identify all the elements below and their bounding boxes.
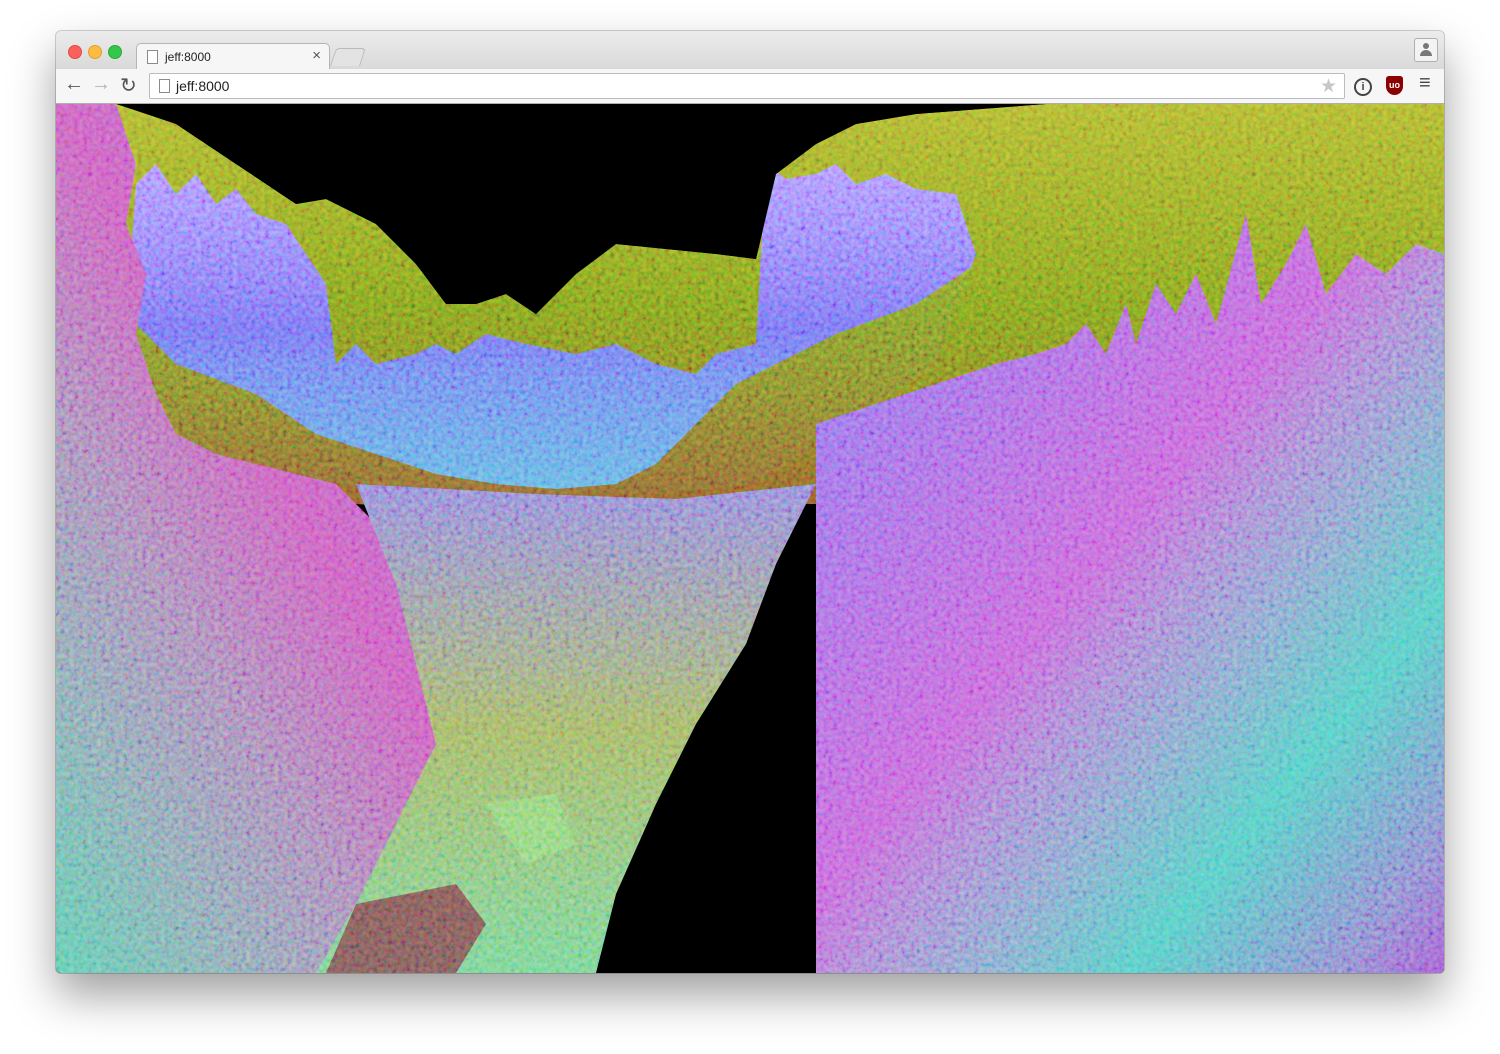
profile-icon (1423, 43, 1429, 49)
tab-close-icon[interactable]: × (312, 47, 321, 64)
browser-toolbar: ← → ↻ jeff:8000 ★ i uo ≡ (56, 69, 1444, 104)
webgl-canvas[interactable] (56, 104, 1444, 973)
page-icon (159, 79, 170, 93)
window-minimize-button[interactable] (88, 45, 102, 59)
ublock-extension-icon[interactable]: uo (1386, 76, 1403, 95)
back-button[interactable]: ← (64, 73, 84, 96)
browser-tab[interactable]: jeff:8000 × (136, 43, 330, 71)
new-tab-button[interactable] (330, 48, 366, 66)
browser-window: jeff:8000 × ← → ↻ jeff:8000 ★ i uo ≡ (56, 31, 1444, 973)
terrain-render (56, 104, 1444, 973)
address-bar[interactable]: jeff:8000 ★ (149, 73, 1345, 99)
window-close-button[interactable] (68, 45, 82, 59)
profile-icon-body (1420, 50, 1432, 56)
info-extension-icon[interactable]: i (1354, 78, 1372, 96)
title-bar: jeff:8000 × (56, 31, 1444, 71)
tab-title: jeff:8000 (165, 50, 211, 64)
menu-icon[interactable]: ≡ (1419, 72, 1431, 95)
page-icon (147, 50, 158, 64)
window-maximize-button[interactable] (108, 45, 122, 59)
bookmark-star-icon[interactable]: ★ (1320, 75, 1337, 98)
profile-button[interactable] (1414, 38, 1438, 62)
reload-button[interactable]: ↻ (120, 73, 137, 98)
forward-button[interactable]: → (91, 73, 111, 96)
url-text[interactable]: jeff:8000 (176, 78, 229, 94)
